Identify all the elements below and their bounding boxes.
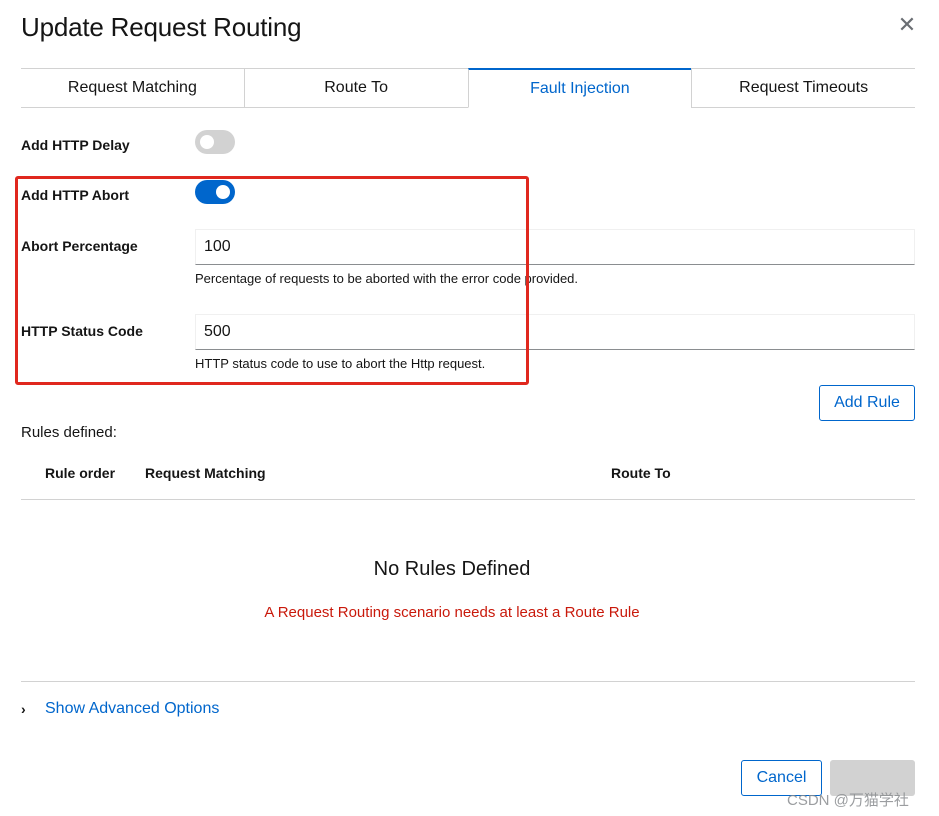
show-advanced-options-label: Show Advanced Options xyxy=(45,700,220,717)
empty-state-message: A Request Routing scenario needs at leas… xyxy=(264,604,640,621)
csdn-watermark: CSDN @万猫学社 xyxy=(787,792,909,809)
delay-label: Add HTTP Delay xyxy=(21,137,130,153)
add-rule-button[interactable]: Add Rule xyxy=(819,385,915,421)
dialog-title: Update Request Routing xyxy=(21,12,302,42)
delay-toggle[interactable] xyxy=(195,130,235,154)
column-header-route-to[interactable]: Route To xyxy=(611,465,671,481)
table-header-divider xyxy=(21,499,915,500)
tab-bar: Request Matching Route To Fault Injectio… xyxy=(21,68,915,108)
column-header-request-matching[interactable]: Request Matching xyxy=(145,465,266,481)
tab-fault-injection[interactable]: Fault Injection xyxy=(467,68,692,108)
annotation-highlight-box xyxy=(15,176,529,385)
tab-request-matching[interactable]: Request Matching xyxy=(21,69,244,107)
delay-toggle-knob xyxy=(200,135,214,149)
close-icon[interactable]: ✕ xyxy=(897,13,917,37)
rules-defined-label: Rules defined: xyxy=(21,424,117,441)
empty-state-title: No Rules Defined xyxy=(373,558,531,580)
chevron-right-icon: › xyxy=(21,701,26,717)
section-divider xyxy=(21,681,915,682)
tab-route-to[interactable]: Route To xyxy=(243,69,468,107)
show-advanced-options-toggle[interactable]: › Show Advanced Options xyxy=(21,700,219,718)
tab-request-timeouts[interactable]: Request Timeouts xyxy=(691,69,915,107)
column-header-rule-order[interactable]: Rule order xyxy=(45,465,115,481)
